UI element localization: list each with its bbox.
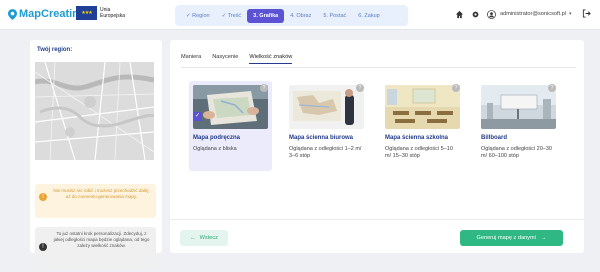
eu-badge: ★★★ Unia Europejska [76, 6, 125, 20]
eu-flag-icon: ★★★ [76, 6, 97, 20]
user-icon[interactable] [486, 9, 496, 19]
option-title: Mapa ścienna biurowa [289, 135, 354, 141]
option-description: Oglądana z odległości 20–30 m/ 60–100 st… [481, 146, 552, 159]
step-character[interactable]: 5. Postać [317, 9, 352, 23]
user-email[interactable]: administrator@sonicsoft.pl [500, 11, 566, 17]
step-content[interactable]: Treść [216, 9, 248, 23]
option-handheld-map[interactable]: ✓ ? Mapa podręczna Oglądana z bliska [189, 81, 272, 171]
warning-icon: ! [39, 193, 47, 201]
region-title: Twój region: [37, 47, 73, 53]
region-map[interactable] [35, 62, 154, 160]
help-icon[interactable]: ? [356, 84, 364, 92]
option-description: Oglądana z odległości 1–2 m/ 3–6 stóp [289, 146, 362, 159]
office-wall-map-image [289, 85, 364, 129]
size-options: ✓ ? Mapa podręczna Oglądana z bliska ? M… [189, 81, 560, 171]
step-image[interactable]: 4. Obraz [284, 9, 317, 23]
top-bar: MapCreating ★★★ Unia Europejska Region T… [0, 0, 600, 30]
step-graphics[interactable]: 3. Grafika [247, 8, 285, 23]
home-icon[interactable] [454, 9, 464, 19]
tab-font-size[interactable]: Wielkość znaków [249, 54, 293, 64]
map-pin-icon [8, 8, 17, 20]
graphics-panel: Maniera Nasycenie Wielkość znaków ✓ ? Ma… [170, 40, 584, 253]
chevron-down-icon[interactable]: ▾ [569, 11, 572, 17]
generate-map-button[interactable]: Generuj mapę z danymi → [460, 230, 563, 246]
tab-bar: Maniera Nasycenie Wielkość znaków [181, 54, 303, 64]
eu-label: Unia Europejska [100, 7, 126, 19]
back-button[interactable]: ← Wstecz [180, 230, 228, 246]
arrow-left-icon: ← [190, 235, 196, 241]
tab-saturation[interactable]: Nasycenie [212, 54, 238, 64]
option-office-wall-map[interactable]: ? Mapa ścienna biurowa Oglądana z odległ… [285, 81, 368, 171]
footer-divider [170, 219, 584, 220]
tab-style[interactable]: Maniera [181, 54, 201, 64]
warning-text: Nie musisz nic robić i możesz przechodzi… [53, 188, 150, 199]
settings-icon[interactable] [470, 9, 480, 19]
option-description: Oglądana z odległości 5–10 m/ 15–30 stóp [385, 146, 453, 159]
step-region[interactable]: Region [180, 9, 216, 23]
warning-note: ! Nie musisz nic robić i możesz przechod… [35, 184, 156, 218]
option-title: Mapa podręczna [193, 135, 241, 141]
help-icon[interactable]: ? [452, 84, 460, 92]
option-billboard[interactable]: ? Billboard Oglądana z odległości 20–30 … [477, 81, 560, 171]
step-navigation: Region Treść 3. Grafika 4. Obraz 5. Post… [175, 5, 408, 26]
billboard-image [481, 85, 556, 129]
handheld-map-image [193, 85, 268, 129]
user-area: administrator@sonicsoft.pl ▾ [454, 9, 572, 19]
option-title: Billboard [481, 135, 508, 141]
check-icon: ✓ [193, 112, 202, 121]
logout-icon[interactable] [582, 9, 591, 20]
tab-divider [181, 67, 576, 68]
help-icon[interactable]: ? [260, 84, 268, 92]
step-purchase[interactable]: 6. Zakup [352, 9, 385, 23]
info-note: ! To już ostatni krok personalizacji. Zd… [35, 227, 156, 269]
info-text: To już ostatni krok personalizacji. Zdec… [53, 231, 150, 248]
school-wall-map-image [385, 85, 460, 129]
option-description: Oglądana z bliska [193, 146, 237, 152]
arrow-right-icon: → [540, 235, 547, 241]
option-school-wall-map[interactable]: ? Mapa ścienna szkolna Oglądana z odległ… [381, 81, 464, 171]
logo[interactable]: MapCreating [8, 8, 86, 20]
region-panel: Twój region: ! Nie musisz nic robić i mo… [30, 40, 162, 269]
help-icon[interactable]: ? [548, 84, 556, 92]
option-title: Mapa ścienna szkolna [385, 135, 449, 141]
info-icon: ! [39, 243, 47, 251]
